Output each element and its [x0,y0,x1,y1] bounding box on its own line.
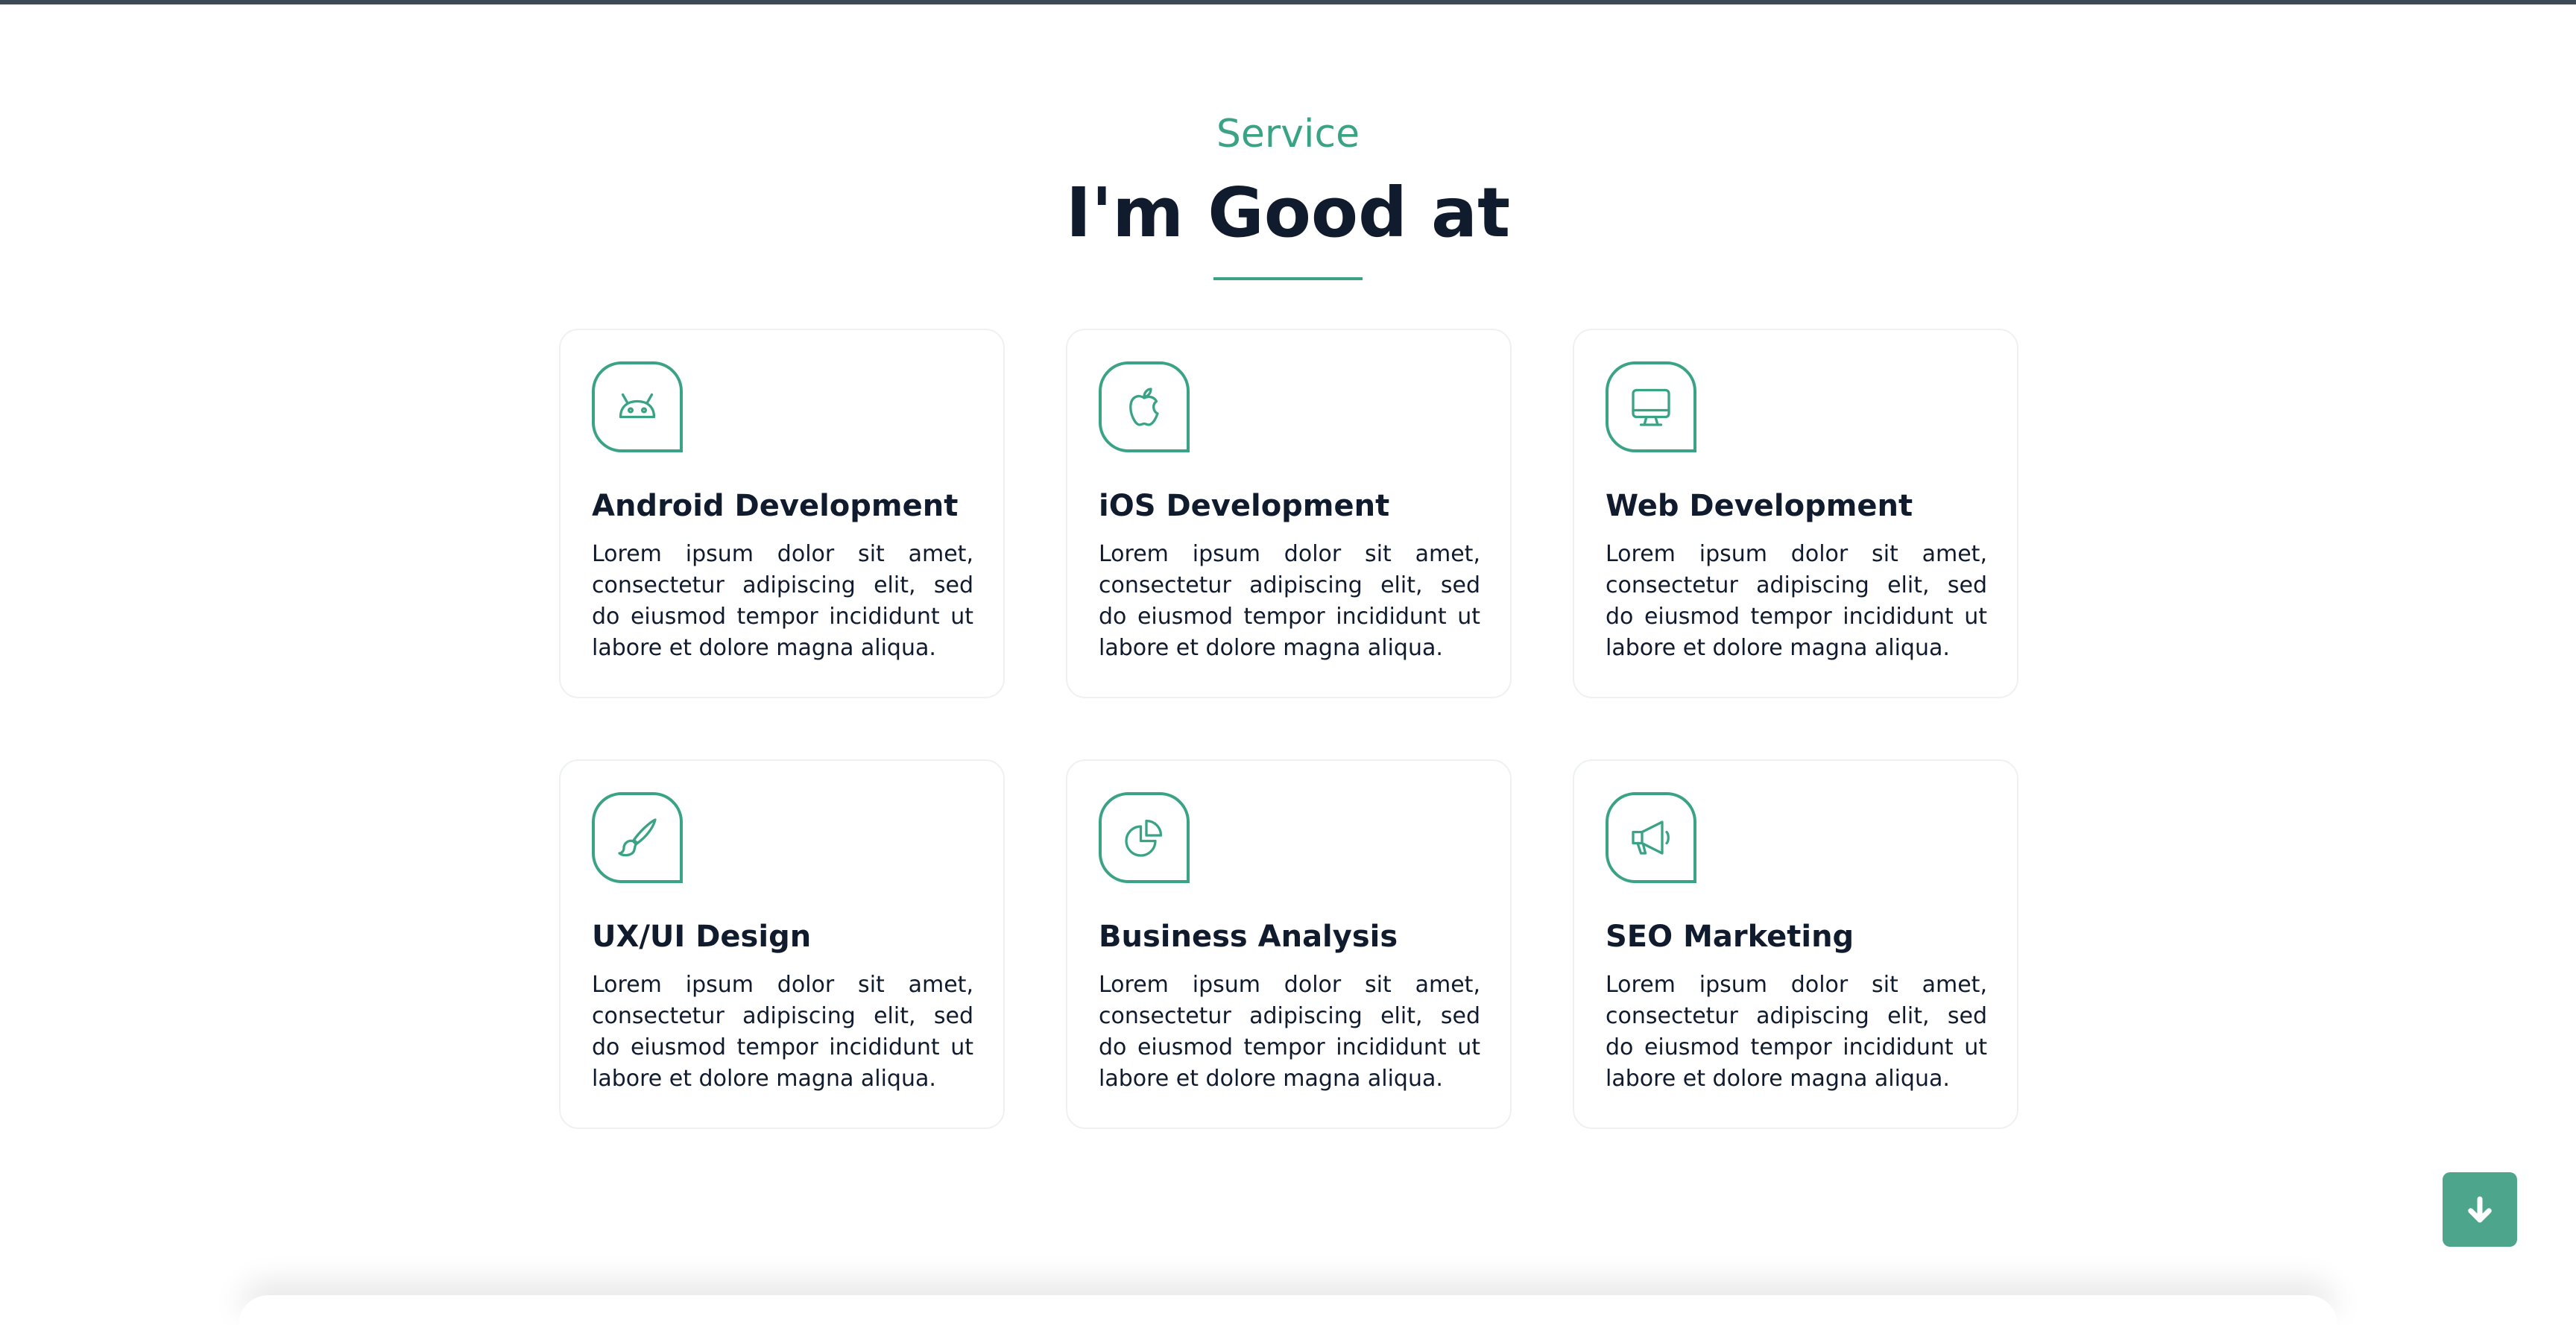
next-section-panel [239,1295,2337,1325]
scroll-down-button[interactable] [2443,1172,2517,1247]
service-description: Lorem ipsum dolor sit amet, consectetur … [1099,541,1480,661]
monitor-icon [1606,361,1696,452]
top-border [0,0,2576,4]
service-title: iOS Development [1099,489,1390,523]
service-title: SEO Marketing [1606,920,1854,954]
pie-chart-icon [1099,792,1190,883]
service-card-ios: iOS Development Lorem ipsum dolor sit am… [1066,329,1512,698]
service-description: Lorem ipsum dolor sit amet, consectetur … [592,972,973,1092]
service-description: Lorem ipsum dolor sit amet, consectetur … [1099,972,1480,1092]
section-header: Service I'm Good at [0,104,2576,280]
service-title: UX/UI Design [592,920,812,954]
service-card-web: Web Development Lorem ipsum dolor sit am… [1573,329,2018,698]
title-underline [1213,277,1363,280]
apple-icon [1099,361,1190,452]
section-title: I'm Good at [1065,173,1511,253]
section-eyebrow: Service [1216,112,1360,156]
service-card-android: Android Development Lorem ipsum dolor si… [559,329,1005,698]
paintbrush-icon [592,792,683,883]
service-card-uxui: UX/UI Design Lorem ipsum dolor sit amet,… [559,759,1005,1129]
service-title: Android Development [592,489,959,523]
service-title: Web Development [1606,489,1913,523]
android-icon [592,361,683,452]
service-description: Lorem ipsum dolor sit amet, consectetur … [1606,972,1987,1092]
arrow-down-icon [2468,1196,2492,1223]
service-title: Business Analysis [1099,920,1398,954]
service-card-business: Business Analysis Lorem ipsum dolor sit … [1066,759,1512,1129]
service-description: Lorem ipsum dolor sit amet, consectetur … [1606,541,1987,661]
service-card-seo: SEO Marketing Lorem ipsum dolor sit amet… [1573,759,2018,1129]
services-grid: Android Development Lorem ipsum dolor si… [559,329,2018,1129]
megaphone-icon [1606,792,1696,883]
service-description: Lorem ipsum dolor sit amet, consectetur … [592,541,973,661]
